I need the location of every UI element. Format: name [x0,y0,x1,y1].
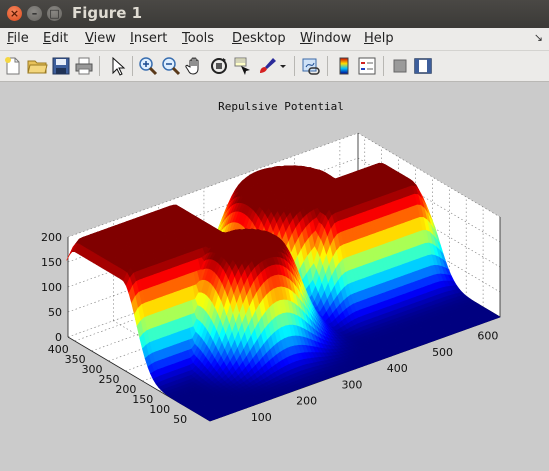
dock-arrow-icon[interactable]: ↘ [534,31,543,44]
maximize-button[interactable]: □ [47,6,62,21]
toolbar [0,51,549,82]
save-icon[interactable] [50,55,72,77]
z-tick-label: 50 [48,306,62,319]
x-tick-label: 500 [432,346,453,359]
pointer-icon[interactable] [106,55,128,77]
z-tick-label: 0 [55,331,62,344]
toolbar-separator [294,56,295,76]
menu-bar: File Edit View Insert Tools Desktop Wind… [0,28,549,51]
surface-plot[interactable]: Repulsive Potential 10020030040050060050… [0,82,549,471]
brush-icon[interactable] [255,55,277,77]
y-tick-label: 400 [48,343,69,356]
legend-icon[interactable] [356,55,378,77]
toolbar-separator [383,56,384,76]
menu-view[interactable]: View [85,31,116,46]
brush-dropdown-icon[interactable] [278,55,288,77]
zoom-out-icon[interactable] [160,55,182,77]
x-tick-label: 300 [341,378,362,391]
window-title: Figure 1 [72,4,143,22]
menu-window[interactable]: Window [300,31,351,46]
z-tick-label: 150 [41,256,62,269]
link-plot-icon[interactable] [300,55,322,77]
pan-hand-icon[interactable] [184,55,206,77]
show-plot-tools-icon[interactable] [412,55,434,77]
menu-desktop[interactable]: Desktop [232,31,286,46]
colorbar-icon[interactable] [333,55,355,77]
toolbar-separator [99,56,100,76]
menu-tools[interactable]: Tools [182,31,214,46]
z-tick-label: 200 [41,231,62,244]
title-bar: × – □ Figure 1 [0,0,549,28]
x-tick-label: 100 [251,411,272,424]
x-tick-label: 600 [477,330,498,343]
minimize-button[interactable]: – [27,6,42,21]
new-file-icon[interactable] [2,55,24,77]
print-icon[interactable] [73,55,95,77]
x-tick-label: 400 [387,362,408,375]
toolbar-separator [132,56,133,76]
y-tick-label: 50 [173,413,187,426]
menu-insert[interactable]: Insert [130,31,167,46]
hide-plot-tools-icon[interactable] [389,55,411,77]
z-tick-label: 100 [41,281,62,294]
menu-edit[interactable]: Edit [43,31,68,46]
data-cursor-icon[interactable] [231,55,253,77]
menu-file[interactable]: File [7,31,29,46]
rotate-3d-icon[interactable] [208,55,230,77]
x-tick-label: 200 [296,395,317,408]
zoom-in-icon[interactable] [137,55,159,77]
plot-title: Repulsive Potential [218,100,344,113]
toolbar-separator [327,56,328,76]
open-folder-icon[interactable] [26,55,48,77]
close-button[interactable]: × [7,6,22,21]
menu-help[interactable]: Help [364,31,394,46]
